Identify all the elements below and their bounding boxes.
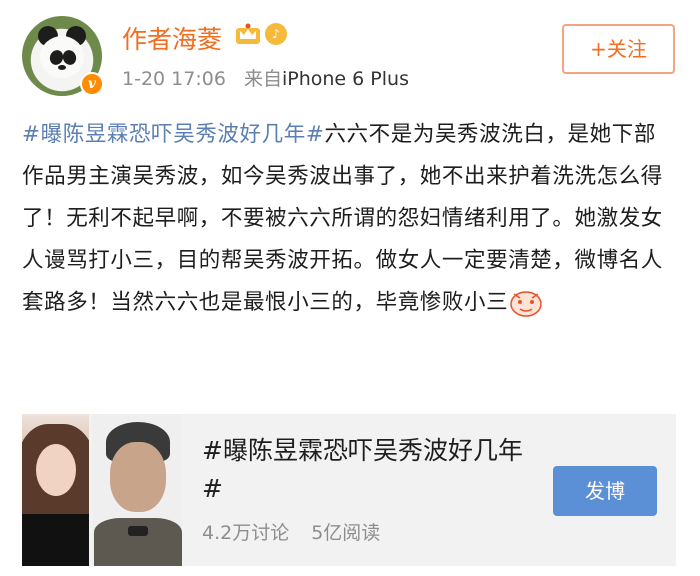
topic-thumbnail — [22, 414, 89, 566]
topic-stats: 4.2万讨论 5亿阅读 — [202, 518, 380, 545]
v-badge-icon: v — [80, 72, 104, 96]
thumbnail-face — [36, 444, 76, 496]
music-badge-icon: ♪ — [265, 23, 287, 45]
post-text: 六六不是为吴秀波洗白，是她下部作品男主演吴秀波，如今吴秀波出事了，她不出来护着洗… — [22, 122, 663, 315]
thumbnail-face — [110, 442, 166, 512]
avatar-nose — [58, 65, 66, 70]
crown-icon — [236, 23, 260, 44]
topic-discussions: 4.2万讨论 — [202, 522, 290, 544]
topic-card[interactable]: #曝陈昱霖恐吓吴秀波好几年# 4.2万讨论 5亿阅读 发博 — [22, 414, 676, 566]
author-name[interactable]: 作者海菱 — [122, 20, 222, 56]
topic-reads: 5亿阅读 — [311, 522, 381, 544]
post-time: 1-20 17:06 — [122, 68, 226, 90]
thumbnail-clothing — [22, 514, 89, 566]
thumbnail-bowtie — [128, 526, 148, 536]
topic-thumbnail — [92, 414, 182, 566]
topic-title[interactable]: #曝陈昱霖恐吓吴秀波好几年# — [202, 432, 542, 508]
post-meta: 1-20 17:06 来自iPhone 6 Plus — [122, 64, 409, 91]
hashtag-link[interactable]: #曝陈昱霖恐吓吴秀波好几年# — [22, 122, 324, 147]
post-body: #曝陈昱霖恐吓吴秀波好几年#六六不是为吴秀波洗白，是她下部作品男主演吴秀波，如今… — [22, 114, 672, 324]
post-source-prefix: 来自 — [243, 68, 282, 90]
post-source: iPhone 6 Plus — [281, 68, 409, 90]
follow-button[interactable]: +关注 — [562, 24, 675, 74]
post-button[interactable]: 发博 — [553, 466, 657, 516]
post-header: v 作者海菱 ♪ 1-20 17:06 来自iPhone 6 Plus +关注 — [22, 12, 682, 102]
emoji-icon — [510, 291, 542, 317]
